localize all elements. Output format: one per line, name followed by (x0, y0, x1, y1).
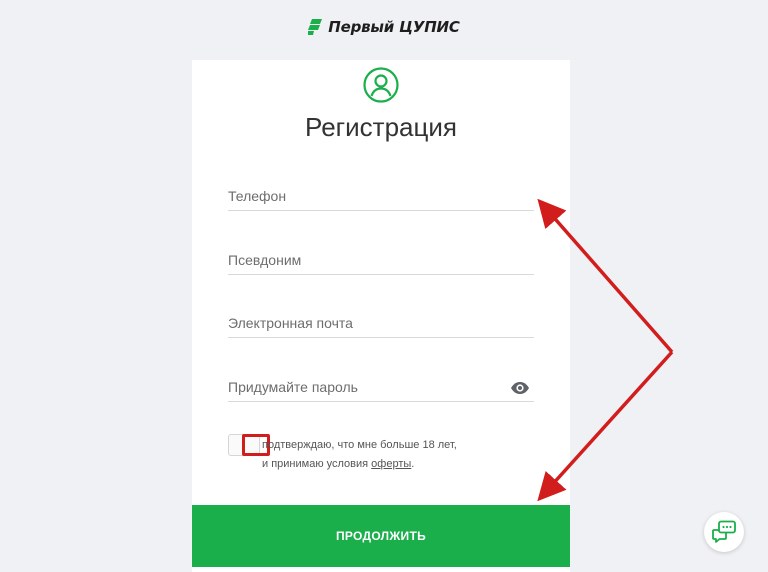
password-input[interactable] (228, 379, 498, 395)
phone-input[interactable] (228, 188, 498, 204)
chat-bubble-icon (712, 520, 736, 543)
age-consent-checkbox[interactable] (228, 434, 270, 456)
offer-link[interactable]: оферты (371, 458, 411, 470)
consent-line-2: и принимаю условия оферты. (262, 455, 532, 474)
nickname-field (228, 238, 534, 275)
eye-icon[interactable] (510, 381, 530, 395)
consent-line-2-suffix: . (411, 458, 415, 470)
consent-text: подтверждаю, что мне больше 18 лет, и пр… (262, 436, 532, 474)
continue-button[interactable]: ПРОДОЛЖИТЬ (192, 505, 570, 567)
password-field (228, 365, 534, 402)
phone-field (228, 174, 534, 211)
header-brand: Первый ЦУПИС (0, 18, 768, 36)
email-field (228, 301, 534, 338)
nickname-input[interactable] (228, 252, 498, 268)
cupis-logo-icon (308, 19, 323, 35)
registration-card: Регистрация подтверждаю, что мне больше … (192, 60, 570, 572)
consent-line-1: подтверждаю, что мне больше 18 лет, (262, 439, 457, 451)
brand-name: Первый ЦУПИС (328, 18, 460, 36)
consent-line-2-prefix: и принимаю условия (262, 458, 369, 470)
form-title: Регистрация (305, 112, 457, 142)
email-input[interactable] (228, 315, 498, 331)
user-circle-icon (363, 67, 399, 103)
chat-button[interactable] (704, 512, 744, 552)
